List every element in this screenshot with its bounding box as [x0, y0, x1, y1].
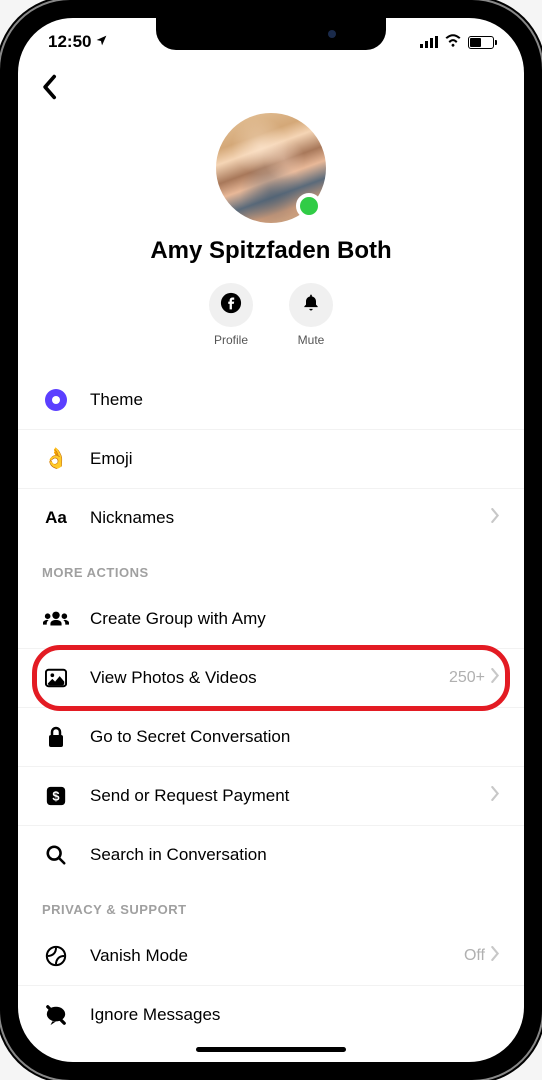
photos-count: 250+ [449, 669, 485, 687]
nicknames-label: Nicknames [90, 508, 491, 528]
theme-icon [42, 386, 70, 414]
view-photos-row[interactable]: View Photos & Videos 250+ [18, 649, 524, 708]
cellular-signal-icon [420, 36, 438, 48]
svg-text:$: $ [52, 789, 59, 804]
search-row[interactable]: Search in Conversation [18, 826, 524, 884]
emoji-row[interactable]: 👌 Emoji [18, 430, 524, 489]
privacy-support-header: PRIVACY & SUPPORT [18, 884, 524, 927]
lock-icon [42, 723, 70, 751]
ignore-messages-row[interactable]: Ignore Messages [18, 986, 524, 1044]
emoji-label: Emoji [90, 449, 500, 469]
back-button[interactable] [18, 66, 524, 109]
ignore-icon [42, 1001, 70, 1029]
mute-button-label: Mute [298, 333, 325, 347]
profile-name: Amy Spitzfaden Both [18, 237, 524, 265]
vanish-mode-value: Off [464, 947, 485, 965]
status-time: 12:50 [48, 32, 91, 52]
profile-button-label: Profile [214, 333, 248, 347]
home-indicator[interactable] [196, 1047, 346, 1052]
vanish-icon [42, 942, 70, 970]
chevron-right-icon [491, 508, 500, 528]
wifi-icon [444, 32, 462, 52]
ignore-messages-label: Ignore Messages [90, 1005, 500, 1025]
secret-conversation-label: Go to Secret Conversation [90, 727, 500, 747]
battery-icon [468, 36, 494, 49]
payment-label: Send or Request Payment [90, 786, 491, 806]
avatar[interactable] [216, 113, 326, 223]
theme-row[interactable]: Theme [18, 371, 524, 430]
text-icon: Aa [42, 504, 70, 532]
secret-conversation-row[interactable]: Go to Secret Conversation [18, 708, 524, 767]
bell-icon [301, 292, 321, 319]
vanish-mode-row[interactable]: Vanish Mode Off [18, 927, 524, 986]
create-group-label: Create Group with Amy [90, 609, 500, 629]
search-label: Search in Conversation [90, 845, 500, 865]
chevron-right-icon [491, 946, 500, 966]
group-icon [42, 605, 70, 633]
location-icon [95, 34, 108, 50]
vanish-mode-label: Vanish Mode [90, 946, 464, 966]
search-icon [42, 841, 70, 869]
view-photos-label: View Photos & Videos [90, 668, 449, 688]
nicknames-row[interactable]: Aa Nicknames [18, 489, 524, 547]
more-actions-header: MORE ACTIONS [18, 547, 524, 590]
facebook-icon [220, 292, 242, 319]
chevron-right-icon [491, 668, 500, 688]
payment-row[interactable]: $ Send or Request Payment [18, 767, 524, 826]
photos-icon [42, 664, 70, 692]
create-group-row[interactable]: Create Group with Amy [18, 590, 524, 649]
chevron-right-icon [491, 786, 500, 806]
emoji-icon: 👌 [42, 445, 70, 473]
theme-label: Theme [90, 390, 500, 410]
payment-icon: $ [42, 782, 70, 810]
profile-button[interactable]: Profile [209, 283, 253, 347]
mute-button[interactable]: Mute [289, 283, 333, 347]
online-status-dot [296, 193, 322, 219]
